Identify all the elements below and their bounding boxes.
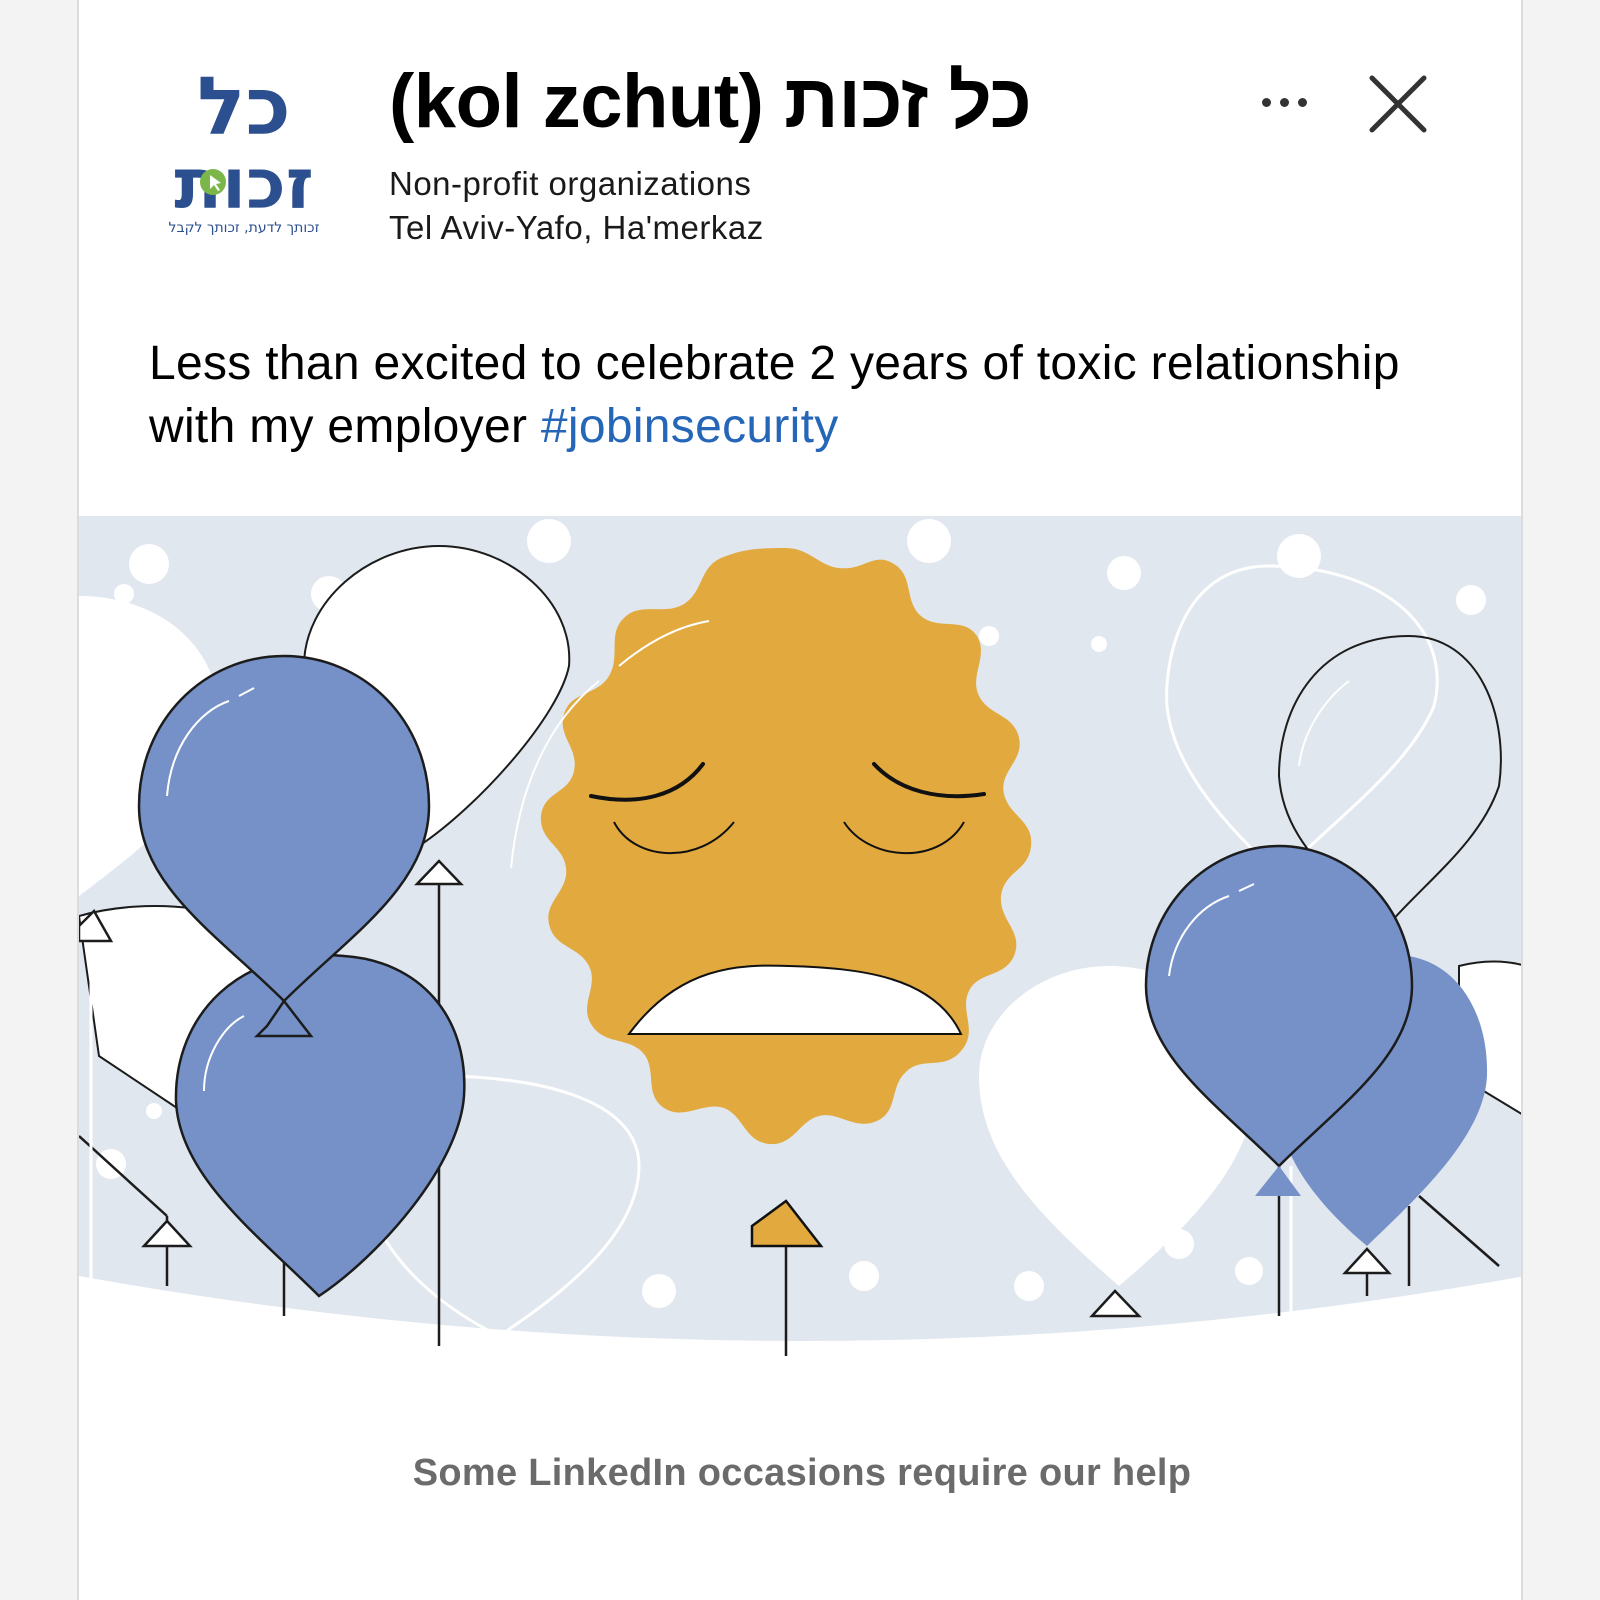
more-options-button[interactable] <box>1249 80 1319 124</box>
organization-category: Non-profit organizations <box>389 165 752 202</box>
organization-location: Tel Aviv-Yafo, Ha'merkaz <box>389 209 764 246</box>
logo-text-bottom: זכות <box>174 143 314 225</box>
logo-text-top: כל <box>197 62 291 153</box>
logo-tagline: זכותך לדעת, זכותך לקבל <box>169 220 320 236</box>
post-body: Less than excited to celebrate 2 years o… <box>149 332 1469 458</box>
image-caption: Some LinkedIn occasions require our help <box>412 1452 1192 1494</box>
more-options-icon <box>1261 97 1271 107</box>
hashtag-link[interactable]: #jobinsecurity <box>541 400 839 453</box>
close-icon <box>1369 75 1427 133</box>
close-button[interactable] <box>1364 70 1432 138</box>
organization-meta: Non-profit organizations Tel Aviv-Yafo, … <box>389 162 764 250</box>
linkedin-post-card: כל זכות זכותך לדעת, זכותך לקבל (kol zchu… <box>77 0 1523 1600</box>
kol-zchut-logo-image: כל זכות זכותך לדעת, זכותך לקבל <box>169 62 320 236</box>
post-image[interactable] <box>79 516 1521 1376</box>
sad-emoji-balloons-illustration <box>79 516 1521 1356</box>
organization-name[interactable]: (kol zchut) כל זכות <box>389 58 1032 145</box>
organization-logo[interactable]: כל זכות זכותך לדעת, זכותך לקבל <box>149 62 339 252</box>
